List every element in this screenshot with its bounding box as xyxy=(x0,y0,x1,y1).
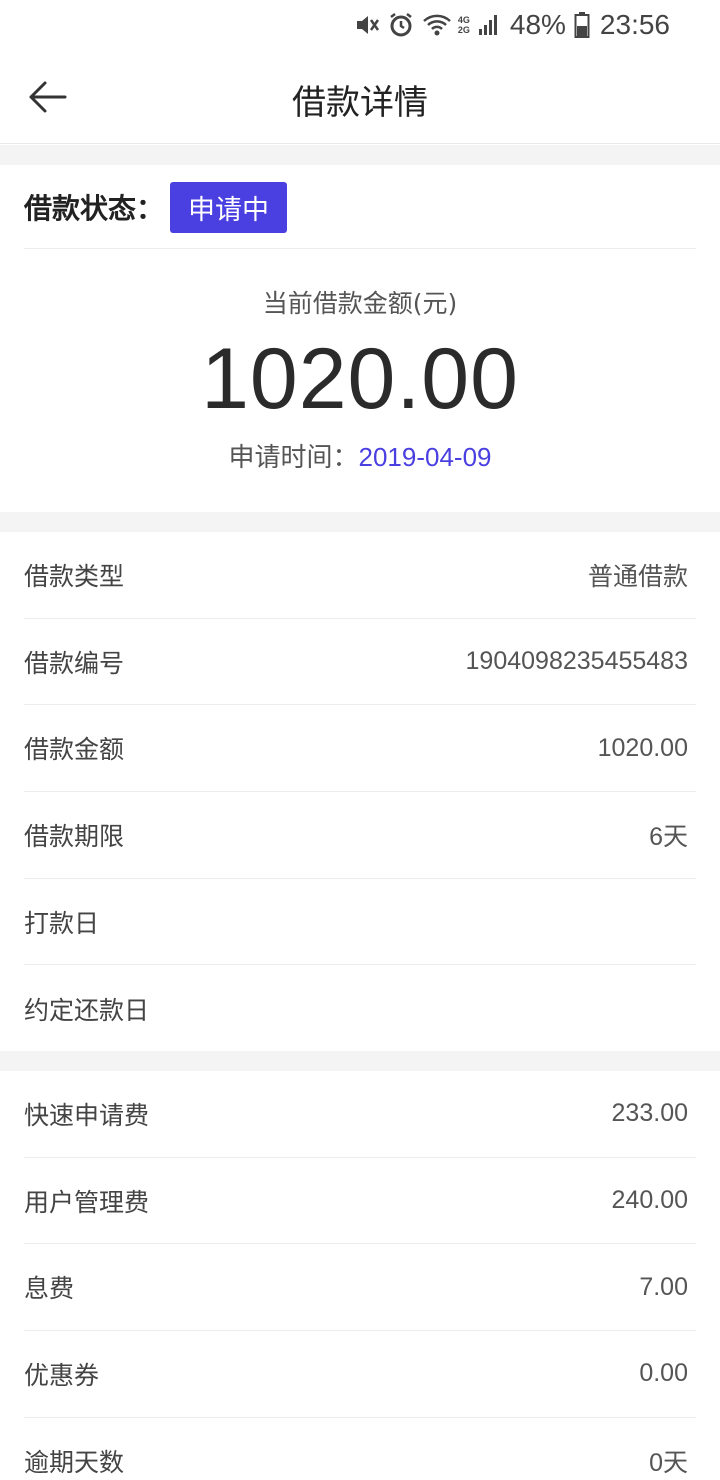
alarm-icon xyxy=(388,12,414,38)
row-value: 1020.00 xyxy=(597,733,688,762)
row-label: 借款金额 xyxy=(24,735,125,765)
current-loan-amount: 1020.00 xyxy=(201,331,519,427)
row-value: 0.00 xyxy=(639,1359,688,1388)
row-value: 6天 xyxy=(649,822,688,851)
mute-icon xyxy=(354,12,380,38)
detail-row-payout-date: 打款日 xyxy=(24,879,696,966)
section-divider xyxy=(0,145,720,165)
wifi-icon xyxy=(422,12,452,38)
status-badge: 申请中 xyxy=(170,181,288,233)
amount-caption: 当前借款金额(元) xyxy=(262,289,458,318)
row-label: 用户管理费 xyxy=(24,1187,150,1217)
apply-time: 申请时间：2019-04-09 xyxy=(0,437,720,474)
row-value: 0天 xyxy=(649,1449,688,1478)
row-value: 7.00 xyxy=(639,1272,688,1301)
row-label: 借款期限 xyxy=(24,821,125,851)
network-type: 4G 2G xyxy=(457,15,470,35)
apply-time-value: 2019-04-09 xyxy=(358,442,492,472)
fee-row-interest: 息费 7.00 xyxy=(24,1244,696,1332)
detail-row-loan-term: 借款期限 6天 xyxy=(24,792,696,879)
apply-time-label: 申请时间： xyxy=(228,443,359,473)
row-value: 240.00 xyxy=(611,1186,688,1215)
detail-row-loan-type: 借款类型 普通借款 xyxy=(24,532,696,619)
battery-icon xyxy=(574,11,590,39)
signal-icon xyxy=(478,13,500,37)
row-label: 借款类型 xyxy=(24,561,125,591)
row-value: 普通借款 xyxy=(587,562,688,591)
row-value: 233.00 xyxy=(611,1099,688,1128)
row-label: 借款编号 xyxy=(24,648,125,678)
page-title: 借款详情 xyxy=(292,83,428,123)
status-bar: 4G 2G 48% 23:56 xyxy=(0,0,720,50)
loan-details-list: 借款类型 普通借款 借款编号 1904098235455483 借款金额 102… xyxy=(24,532,696,1052)
loan-status-row: 借款状态： 申请中 xyxy=(24,166,696,249)
row-label: 息费 xyxy=(24,1274,75,1304)
fee-row-overdue-days: 逾期天数 0天 xyxy=(24,1418,696,1480)
fee-row-user-management: 用户管理费 240.00 xyxy=(24,1158,696,1245)
section-divider xyxy=(0,1051,720,1071)
section-divider xyxy=(0,512,720,532)
clock: 23:56 xyxy=(599,9,670,40)
row-label: 逾期天数 xyxy=(24,1448,125,1478)
row-value: 1904098235455483 xyxy=(465,647,688,676)
detail-row-loan-number: 借款编号 1904098235455483 xyxy=(24,619,696,706)
app-header: 借款详情 xyxy=(0,50,720,144)
row-label: 快速申请费 xyxy=(24,1100,150,1130)
battery-percentage: 48% xyxy=(509,9,566,40)
detail-row-loan-amount: 借款金额 1020.00 xyxy=(24,705,696,793)
row-label: 打款日 xyxy=(24,908,100,938)
detail-row-repayment-date: 约定还款日 xyxy=(24,965,696,1052)
fees-list: 快速申请费 233.00 用户管理费 240.00 息费 7.00 优惠券 0.… xyxy=(24,1071,696,1480)
loan-status-label: 借款状态： xyxy=(24,192,165,225)
fee-row-coupon: 优惠券 0.00 xyxy=(24,1331,696,1418)
row-label: 优惠券 xyxy=(24,1360,100,1390)
fee-row-quick-apply: 快速申请费 233.00 xyxy=(24,1071,696,1158)
row-label: 约定还款日 xyxy=(24,995,150,1025)
